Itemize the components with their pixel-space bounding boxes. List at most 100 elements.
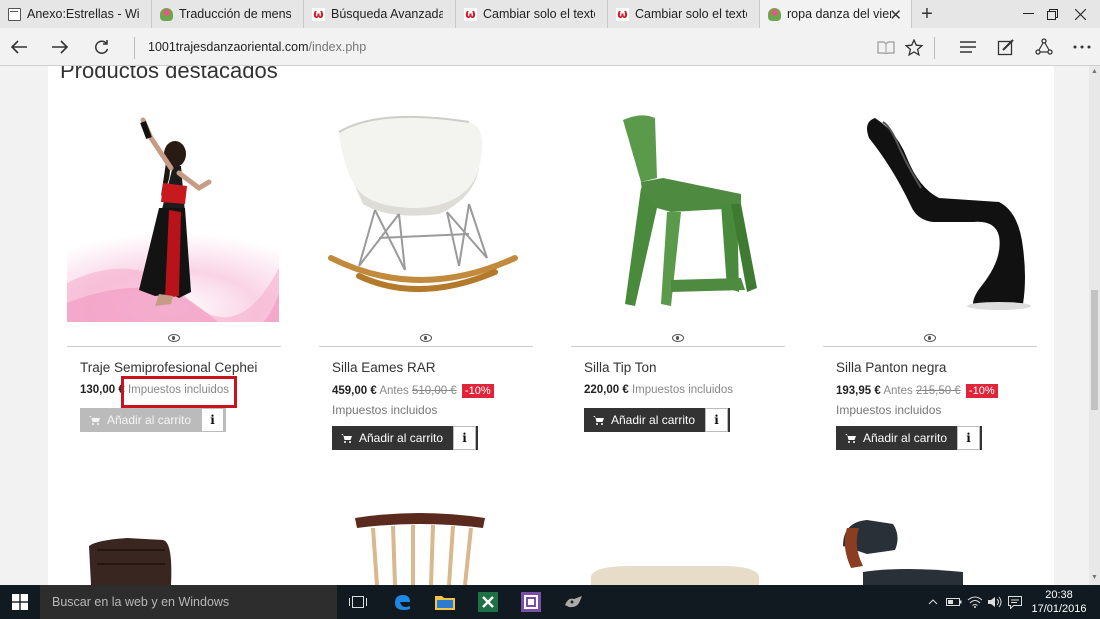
taskbar: Buscar en la web y en Windows 20:38 17/0… xyxy=(0,585,1100,619)
windows-logo-icon xyxy=(12,594,28,610)
product-image[interactable] xyxy=(319,506,531,585)
close-tab-icon[interactable]: ✕ xyxy=(889,6,902,24)
tab-5[interactable]: ω Cambiar solo el texto "i xyxy=(608,0,760,28)
url-host: 1001trajesdanzaoriental.com xyxy=(148,40,309,54)
tab-title: Búsqueda Avanzada xyxy=(331,7,443,21)
url-path: /index.php xyxy=(308,40,367,54)
share-icon[interactable] xyxy=(1030,34,1058,60)
info-button[interactable]: i xyxy=(705,408,728,432)
cart-icon xyxy=(341,433,352,443)
price-row: 193,95 € Antes 215,50 € -10% xyxy=(836,384,998,398)
tab-3[interactable]: ω Búsqueda Avanzada xyxy=(304,0,456,28)
product-image[interactable] xyxy=(571,108,783,322)
discount-badge: -10% xyxy=(965,384,998,398)
taskbar-search-input[interactable]: Buscar en la web y en Windows xyxy=(40,585,337,619)
antes-label: Antes xyxy=(883,385,913,397)
leaf-icon xyxy=(768,7,781,21)
section-title: Productos destacados xyxy=(60,66,278,83)
app-icon[interactable] xyxy=(519,590,543,614)
tax-label: Impuestos incluidos xyxy=(631,384,733,396)
product-name[interactable]: Silla Tip Ton xyxy=(584,360,657,375)
button-label: Añadir al carrito xyxy=(107,413,192,427)
page-scrollbar[interactable]: ▲ ▼ xyxy=(1089,66,1100,585)
page-content: Productos destacados Traje Semiprofesion… xyxy=(48,66,1054,585)
leaf-icon xyxy=(160,7,173,21)
time: 20:38 xyxy=(1045,589,1073,601)
divider xyxy=(67,346,281,347)
date: 17/01/2016 xyxy=(1031,603,1087,615)
scroll-thumb[interactable] xyxy=(1091,290,1098,410)
more-icon[interactable] xyxy=(1068,34,1096,60)
divider xyxy=(823,346,1037,347)
app-icon[interactable] xyxy=(562,590,586,614)
tab-4[interactable]: ω Cambiar solo el texto "i xyxy=(456,0,608,28)
divider xyxy=(319,346,533,347)
scroll-up-icon[interactable]: ▲ xyxy=(1090,68,1099,76)
info-button[interactable]: i xyxy=(453,426,476,450)
task-view-icon[interactable] xyxy=(346,590,370,614)
quick-view-icon[interactable] xyxy=(804,334,1056,346)
quick-view-icon[interactable] xyxy=(300,334,552,346)
divider xyxy=(134,37,135,59)
wifi-icon[interactable] xyxy=(967,585,983,619)
start-button[interactable] xyxy=(0,585,40,619)
back-button[interactable] xyxy=(5,34,33,60)
tab-title: Anexo:Estrellas - Wikipe xyxy=(27,7,139,21)
quick-view-icon[interactable] xyxy=(552,334,804,346)
show-hidden-icons[interactable] xyxy=(928,585,938,619)
refresh-button[interactable] xyxy=(87,34,115,60)
reading-view-icon[interactable] xyxy=(872,34,900,60)
product-image[interactable] xyxy=(823,506,1035,585)
tab-title: ropa danza del vien xyxy=(787,7,891,21)
highlight-box xyxy=(121,376,237,408)
tab-title: Cambiar solo el texto "i xyxy=(483,7,595,21)
product-image[interactable] xyxy=(571,506,783,585)
tab-strip: Anexo:Estrellas - Wikipe Traducción de m… xyxy=(0,0,1100,28)
product-image[interactable] xyxy=(67,506,279,585)
tab-title: Traducción de mensaje: xyxy=(179,7,291,21)
clock[interactable]: 20:38 17/01/2016 xyxy=(1028,588,1090,616)
product-name[interactable]: Traje Semiprofesional Cephei xyxy=(80,360,257,375)
product-price: 220,00 € xyxy=(584,384,629,396)
page-viewport: Productos destacados Traje Semiprofesion… xyxy=(0,66,1089,585)
product-name[interactable]: Silla Eames RAR xyxy=(332,360,436,375)
product-image[interactable] xyxy=(67,108,279,322)
tax-label: Impuestos incluidos xyxy=(332,403,438,417)
tax-label: Impuestos incluidos xyxy=(836,403,942,417)
info-button[interactable]: i xyxy=(957,426,980,450)
edge-icon[interactable] xyxy=(390,590,414,614)
button-label: Añadir al carrito xyxy=(611,413,696,427)
web-note-icon[interactable] xyxy=(992,34,1020,60)
file-explorer-icon[interactable] xyxy=(433,590,457,614)
address-bar: 1001trajesdanzaoriental.com/index.php xyxy=(0,28,1100,66)
forward-button[interactable] xyxy=(46,34,74,60)
close-window-button[interactable] xyxy=(1057,0,1100,28)
tab-1[interactable]: Anexo:Estrellas - Wikipe xyxy=(0,0,152,28)
scroll-down-icon[interactable]: ▼ xyxy=(1090,574,1099,582)
excel-icon[interactable] xyxy=(476,590,500,614)
w-logo-icon: ω xyxy=(464,6,477,21)
button-label: Añadir al carrito xyxy=(359,431,444,445)
tab-active[interactable]: ropa danza del vien ✕ xyxy=(760,0,912,28)
antes-label: Antes xyxy=(379,385,409,397)
cart-icon xyxy=(593,415,604,425)
url-field[interactable]: 1001trajesdanzaoriental.com/index.php xyxy=(148,40,366,54)
product-image[interactable] xyxy=(823,108,1035,322)
quick-view-icon[interactable] xyxy=(48,334,300,346)
favorite-star-icon[interactable] xyxy=(900,34,928,60)
product-price: 130,00 € xyxy=(80,384,125,396)
info-button[interactable]: i xyxy=(201,408,224,432)
battery-icon[interactable] xyxy=(946,585,962,619)
volume-icon[interactable] xyxy=(987,585,1003,619)
old-price: 510,00 € xyxy=(411,385,457,397)
price-row: 220,00 € Impuestos incluidos xyxy=(584,384,733,396)
divider xyxy=(571,346,785,347)
new-tab-button[interactable]: + xyxy=(912,0,942,28)
tab-2[interactable]: Traducción de mensaje: xyxy=(152,0,304,28)
action-center-icon[interactable] xyxy=(1008,585,1022,619)
product-image[interactable] xyxy=(319,108,531,322)
w-logo-icon: ω xyxy=(616,6,629,21)
price-row: 459,00 € Antes 510,00 € -10% xyxy=(332,384,494,398)
product-name[interactable]: Silla Panton negra xyxy=(836,360,946,375)
hub-icon[interactable] xyxy=(954,34,982,60)
